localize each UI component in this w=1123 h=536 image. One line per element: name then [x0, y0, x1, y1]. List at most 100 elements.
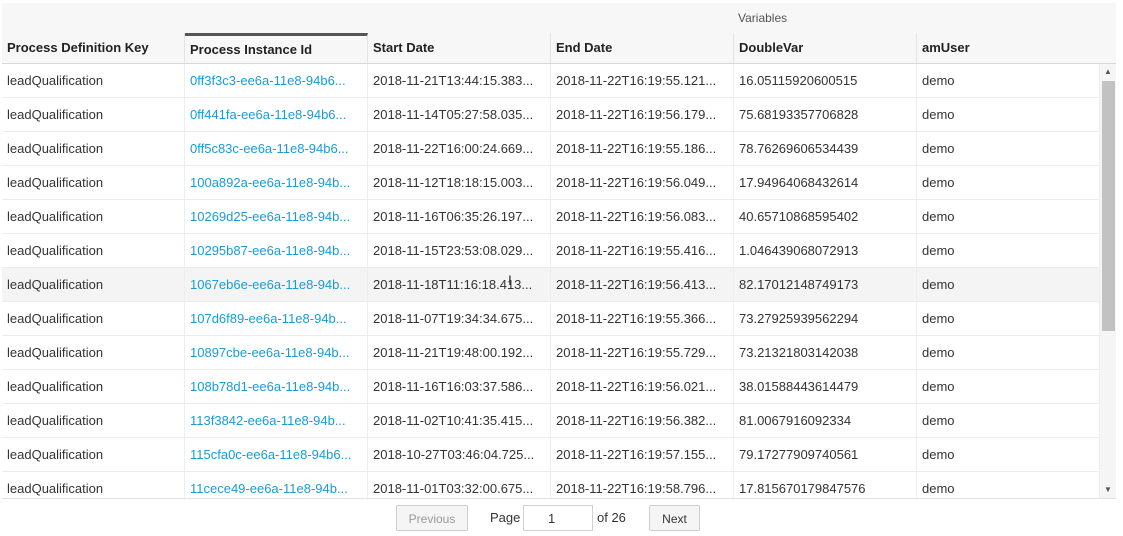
end-date-cell: 2018-11-22T16:19:56.413... — [551, 268, 734, 302]
process-instance-id-link[interactable]: 113f3842-ee6a-11e8-94b... — [185, 404, 368, 438]
column-header-start-date[interactable]: Start Date — [368, 33, 551, 63]
triangle-up-icon[interactable]: ▲ — [1100, 64, 1116, 80]
table-row[interactable]: leadQualification 115cfa0c-ee6a-11e8-94b6… — [2, 438, 1100, 472]
table-row[interactable]: leadQualification 10269d25-ee6a-11e8-94b.… — [2, 200, 1100, 234]
process-definition-key-cell: leadQualification — [2, 166, 185, 200]
start-date-cell: 2018-11-16T16:03:37.586... — [368, 370, 551, 404]
end-date-cell: 2018-11-22T16:19:56.083... — [551, 200, 734, 234]
process-instance-id-link[interactable]: 115cfa0c-ee6a-11e8-94b6... — [185, 438, 368, 472]
table-row[interactable]: leadQualification 1067eb6e-ee6a-11e8-94b.… — [2, 268, 1100, 302]
scrollbar-thumb[interactable] — [1102, 81, 1115, 331]
triangle-down-icon[interactable]: ▼ — [1100, 482, 1116, 498]
column-header-row: Process Definition Key Process Instance … — [2, 33, 1116, 64]
doublevar-cell: 82.17012148749173 — [734, 268, 917, 302]
doublevar-cell: 17.815670179847576 — [734, 472, 917, 498]
amuser-cell: demo — [917, 370, 1100, 404]
doublevar-cell: 78.76269606534439 — [734, 132, 917, 166]
process-instance-id-link[interactable]: 0ff5c83c-ee6a-11e8-94b6... — [185, 132, 368, 166]
process-instance-id-link[interactable]: 107d6f89-ee6a-11e8-94b... — [185, 302, 368, 336]
end-date-cell: 2018-11-22T16:19:57.155... — [551, 438, 734, 472]
group-header: Variables — [2, 3, 1116, 34]
process-instance-id-link[interactable]: 0ff3f3c3-ee6a-11e8-94b6... — [185, 64, 368, 98]
start-date-cell: 2018-11-07T19:34:34.675... — [368, 302, 551, 336]
table-row[interactable]: leadQualification 0ff5c83c-ee6a-11e8-94b6… — [2, 132, 1100, 166]
start-date-cell: 2018-11-02T10:41:35.415... — [368, 404, 551, 438]
column-header-amuser[interactable]: amUser — [917, 33, 1116, 63]
previous-button[interactable]: Previous — [396, 505, 468, 531]
process-instance-id-link[interactable]: 1067eb6e-ee6a-11e8-94b... — [185, 268, 368, 302]
end-date-cell: 2018-11-22T16:19:55.366... — [551, 302, 734, 336]
process-definition-key-cell: leadQualification — [2, 64, 185, 98]
start-date-cell: 2018-11-12T18:18:15.003... — [368, 166, 551, 200]
process-definition-key-cell: leadQualification — [2, 302, 185, 336]
next-button[interactable]: Next — [649, 505, 700, 531]
start-date-cell: 2018-11-18T11:16:18.413... — [368, 268, 551, 302]
doublevar-cell: 73.21321803142038 — [734, 336, 917, 370]
process-definition-key-cell: leadQualification — [2, 200, 185, 234]
end-date-cell: 2018-11-22T16:19:58.796... — [551, 472, 734, 498]
table-row[interactable]: leadQualification 108b78d1-ee6a-11e8-94b.… — [2, 370, 1100, 404]
page-count-label: of 26 — [597, 510, 626, 525]
table-row[interactable]: leadQualification 113f3842-ee6a-11e8-94b.… — [2, 404, 1100, 438]
start-date-cell: 2018-10-27T03:46:04.725... — [368, 438, 551, 472]
table-body: leadQualification 0ff3f3c3-ee6a-11e8-94b6… — [2, 64, 1100, 498]
column-header-doublevar[interactable]: DoubleVar — [734, 33, 917, 63]
process-definition-key-cell: leadQualification — [2, 370, 185, 404]
process-instance-id-link[interactable]: 108b78d1-ee6a-11e8-94b... — [185, 370, 368, 404]
process-definition-key-cell: leadQualification — [2, 336, 185, 370]
vertical-scrollbar[interactable]: ▲ ▼ — [1100, 64, 1116, 498]
amuser-cell: demo — [917, 166, 1100, 200]
process-instance-id-link[interactable]: 100a892a-ee6a-11e8-94b... — [185, 166, 368, 200]
amuser-cell: demo — [917, 302, 1100, 336]
start-date-cell: 2018-11-14T05:27:58.035... — [368, 98, 551, 132]
amuser-cell: demo — [917, 438, 1100, 472]
table-row[interactable]: leadQualification 10295b87-ee6a-11e8-94b.… — [2, 234, 1100, 268]
process-instance-id-link[interactable]: 10269d25-ee6a-11e8-94b... — [185, 200, 368, 234]
table-row[interactable]: leadQualification 11cece49-ee6a-11e8-94b.… — [2, 472, 1100, 498]
start-date-cell: 2018-11-01T03:32:00.675... — [368, 472, 551, 498]
end-date-cell: 2018-11-22T16:19:56.021... — [551, 370, 734, 404]
table-row[interactable]: leadQualification 0ff441fa-ee6a-11e8-94b6… — [2, 98, 1100, 132]
amuser-cell: demo — [917, 336, 1100, 370]
amuser-cell: demo — [917, 64, 1100, 98]
start-date-cell: 2018-11-15T23:53:08.029... — [368, 234, 551, 268]
start-date-cell: 2018-11-22T16:00:24.669... — [368, 132, 551, 166]
process-definition-key-cell: leadQualification — [2, 98, 185, 132]
pagination: Previous Page of 26 Next — [0, 505, 1123, 533]
amuser-cell: demo — [917, 472, 1100, 498]
process-definition-key-cell: leadQualification — [2, 268, 185, 302]
amuser-cell: demo — [917, 98, 1100, 132]
doublevar-cell: 38.01588443614479 — [734, 370, 917, 404]
process-definition-key-cell: leadQualification — [2, 234, 185, 268]
doublevar-cell: 1.046439068072913 — [734, 234, 917, 268]
amuser-cell: demo — [917, 234, 1100, 268]
process-instance-id-link[interactable]: 0ff441fa-ee6a-11e8-94b6... — [185, 98, 368, 132]
column-header-process-definition-key[interactable]: Process Definition Key — [2, 33, 185, 63]
start-date-cell: 2018-11-21T13:44:15.383... — [368, 64, 551, 98]
table-row[interactable]: leadQualification 0ff3f3c3-ee6a-11e8-94b6… — [2, 64, 1100, 98]
table-row[interactable]: leadQualification 107d6f89-ee6a-11e8-94b.… — [2, 302, 1100, 336]
column-header-process-instance-id[interactable]: Process Instance Id — [185, 33, 368, 63]
doublevar-cell: 79.17277909740561 — [734, 438, 917, 472]
start-date-cell: 2018-11-16T06:35:26.197... — [368, 200, 551, 234]
page-number-input[interactable] — [523, 505, 593, 531]
process-instance-id-link[interactable]: 11cece49-ee6a-11e8-94b... — [185, 472, 368, 498]
doublevar-cell: 17.94964068432614 — [734, 166, 917, 200]
results-table: Variables Process Definition Key Process… — [2, 3, 1116, 499]
amuser-cell: demo — [917, 268, 1100, 302]
table-row[interactable]: leadQualification 100a892a-ee6a-11e8-94b.… — [2, 166, 1100, 200]
table-row[interactable]: leadQualification 10897cbe-ee6a-11e8-94b.… — [2, 336, 1100, 370]
doublevar-cell: 81.0067916092334 — [734, 404, 917, 438]
column-header-end-date[interactable]: End Date — [551, 33, 734, 63]
end-date-cell: 2018-11-22T16:19:56.382... — [551, 404, 734, 438]
end-date-cell: 2018-11-22T16:19:56.049... — [551, 166, 734, 200]
doublevar-cell: 75.68193357706828 — [734, 98, 917, 132]
process-definition-key-cell: leadQualification — [2, 404, 185, 438]
process-instance-id-link[interactable]: 10897cbe-ee6a-11e8-94b... — [185, 336, 368, 370]
doublevar-cell: 16.05115920600515 — [734, 64, 917, 98]
process-instance-id-link[interactable]: 10295b87-ee6a-11e8-94b... — [185, 234, 368, 268]
variables-group-label: Variables — [738, 11, 788, 25]
end-date-cell: 2018-11-22T16:19:55.416... — [551, 234, 734, 268]
process-definition-key-cell: leadQualification — [2, 438, 185, 472]
end-date-cell: 2018-11-22T16:19:55.186... — [551, 132, 734, 166]
